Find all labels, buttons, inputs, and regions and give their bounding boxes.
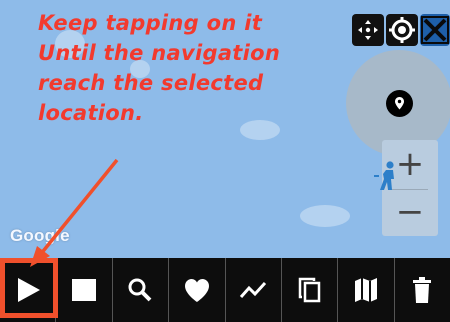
map-button[interactable]: [338, 258, 395, 322]
move-button[interactable]: [352, 14, 384, 46]
annotation-text: Keep tapping on it Until the navigation …: [38, 8, 338, 128]
annotation-line: reach the selected: [38, 71, 264, 95]
bottom-toolbar: [0, 258, 450, 322]
map-view[interactable]: Keep tapping on it Until the navigation …: [0, 0, 450, 258]
current-location-marker[interactable]: [386, 90, 413, 117]
close-button[interactable]: [420, 14, 450, 46]
google-attribution: Google: [10, 226, 70, 245]
target-icon: [389, 17, 415, 43]
map-land-patch: [300, 205, 350, 227]
search-button[interactable]: [113, 258, 170, 322]
location-pin-icon: [395, 97, 404, 110]
move-icon: [358, 20, 378, 40]
copy-icon: [298, 277, 320, 303]
heart-icon: [184, 279, 209, 302]
zoom-out-button[interactable]: −: [382, 192, 438, 232]
locate-button[interactable]: [386, 14, 418, 46]
route-button[interactable]: [226, 258, 282, 322]
annotation-line: location.: [38, 101, 144, 125]
copy-button[interactable]: [282, 258, 339, 322]
close-icon: [421, 16, 449, 44]
annotation-line: Until the navigation: [38, 41, 281, 65]
play-button-highlight: [0, 258, 58, 318]
delete-button[interactable]: [395, 258, 450, 322]
pegman-icon[interactable]: [373, 160, 401, 192]
search-icon: [128, 278, 152, 302]
map-icon: [354, 278, 377, 302]
annotation-line: Keep tapping on it: [38, 11, 263, 35]
stop-button[interactable]: [56, 258, 113, 322]
favorite-button[interactable]: [169, 258, 226, 322]
play-button[interactable]: [0, 258, 58, 322]
stop-icon: [72, 279, 97, 301]
trash-icon: [413, 277, 432, 303]
trend-icon: [240, 281, 267, 298]
